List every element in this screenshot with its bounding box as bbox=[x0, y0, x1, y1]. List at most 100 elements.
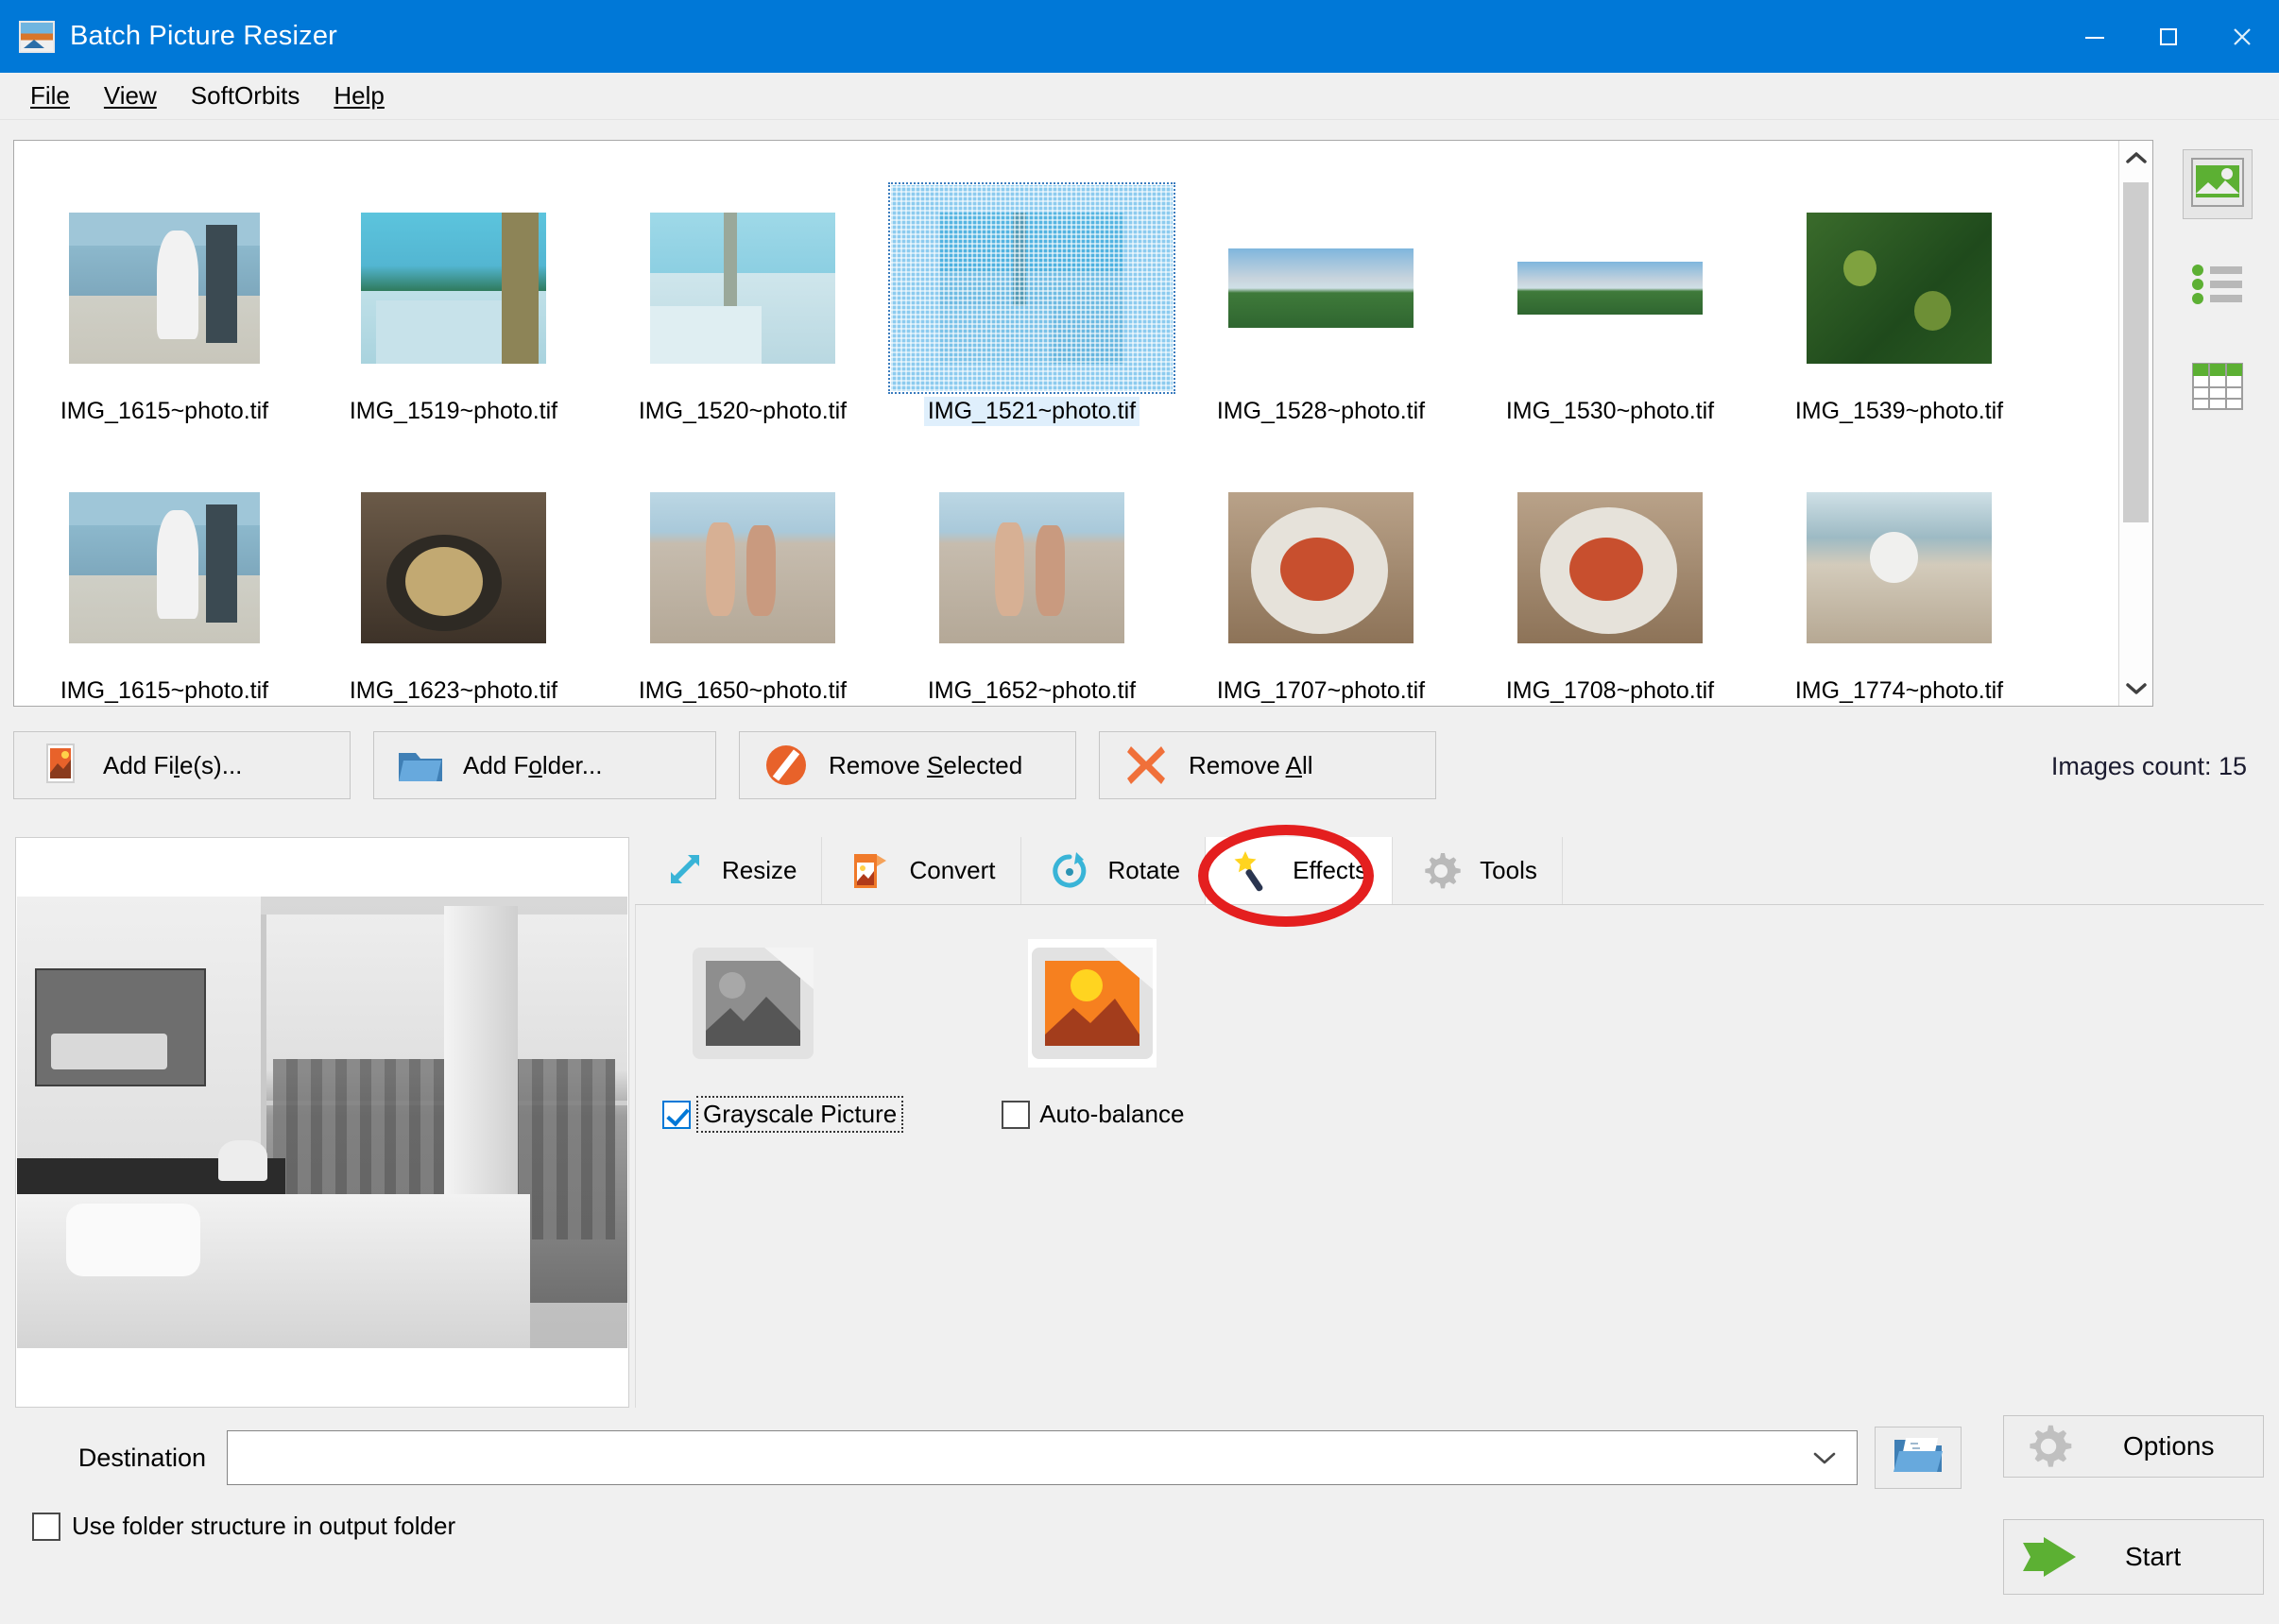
add-files-button[interactable]: Add File(s)... bbox=[13, 731, 351, 799]
thumbnail-label: IMG_1615~photo.tif bbox=[60, 677, 269, 704]
thumbnail-label: IMG_1708~photo.tif bbox=[1505, 677, 1715, 704]
images-count-label: Images count: 15 bbox=[2050, 752, 2247, 780]
destination-row: Destination bbox=[0, 1427, 2279, 1489]
tab-label-tools: Tools bbox=[1480, 856, 1537, 884]
thumbnail-item[interactable]: IMG_1528~photo.tif bbox=[1176, 152, 1465, 426]
vertical-scrollbar[interactable] bbox=[2118, 141, 2152, 706]
thumbnail-image-holder bbox=[891, 465, 1173, 671]
add-folder-label: Add Folder... bbox=[463, 750, 603, 779]
remove-selected-button[interactable]: Remove Selected bbox=[739, 731, 1076, 799]
thumbnail-image-holder bbox=[1758, 465, 2040, 671]
options-panel: Resize Convert Rotate Effects Tools Gray… bbox=[635, 837, 2264, 1408]
thumbnail-image-holder bbox=[602, 465, 883, 671]
remove-all-label: Remove All bbox=[1189, 750, 1313, 779]
thumbnail-item[interactable]: IMG_1530~photo.tif bbox=[1465, 152, 1755, 426]
thumbnail-label: IMG_1520~photo.tif bbox=[638, 398, 848, 424]
thumbnail-image-holder bbox=[1758, 185, 2040, 391]
tab-rotate[interactable]: Rotate bbox=[1020, 837, 1207, 904]
thumbnail-item[interactable]: IMG_1707~photo.tif bbox=[1176, 432, 1465, 706]
options-label: Options bbox=[2123, 1431, 2215, 1461]
thumbnail-image-holder bbox=[313, 465, 594, 671]
tab-convert[interactable]: Convert bbox=[822, 837, 1021, 904]
folder-structure-checkbox-row[interactable]: Use folder structure in output folder bbox=[32, 1512, 455, 1541]
details-view-button[interactable] bbox=[2183, 353, 2253, 423]
menu-item-softorbits[interactable]: SoftOrbits bbox=[174, 77, 317, 114]
preview-image bbox=[17, 897, 627, 1348]
table-icon bbox=[2191, 362, 2244, 416]
effects-options-list: Grayscale Picture Auto-balance bbox=[636, 905, 2264, 1133]
effect-grayscale: Grayscale Picture bbox=[662, 939, 904, 1133]
file-thumbnail-list[interactable]: IMG_1615~photo.tif IMG_1519~photo.tif IM… bbox=[13, 140, 2153, 707]
thumbnail-item[interactable]: IMG_1520~photo.tif bbox=[598, 152, 887, 426]
image-preview-pane bbox=[15, 837, 629, 1408]
thumbnail-image-holder bbox=[1180, 185, 1462, 391]
grayscale-checkbox-row[interactable]: Grayscale Picture bbox=[662, 1096, 904, 1133]
rotate-icon bbox=[1046, 847, 1093, 895]
add-file-icon bbox=[37, 742, 84, 789]
menu-label-view: View bbox=[103, 81, 157, 110]
thumbnail-label: IMG_1519~photo.tif bbox=[349, 398, 558, 424]
effect-auto-balance: Auto-balance bbox=[1002, 939, 1184, 1129]
gear-icon bbox=[2023, 1421, 2074, 1472]
tab-effects[interactable]: Effects bbox=[1206, 837, 1394, 904]
thumbnail-item[interactable]: IMG_1774~photo.tif bbox=[1755, 432, 2044, 706]
browse-folder-button[interactable] bbox=[1875, 1427, 1962, 1489]
options-button[interactable]: Options bbox=[2003, 1415, 2264, 1478]
add-folder-button[interactable]: Add Folder... bbox=[373, 731, 716, 799]
minimize-icon[interactable] bbox=[2058, 0, 2132, 73]
resize-arrow-icon bbox=[660, 847, 707, 895]
thumbnails-view-button[interactable] bbox=[2183, 149, 2253, 219]
destination-input[interactable] bbox=[239, 1442, 1804, 1474]
tab-bar: Resize Convert Rotate Effects Tools bbox=[635, 837, 2264, 905]
thumbnail-label: IMG_1530~photo.tif bbox=[1505, 398, 1715, 424]
start-label: Start bbox=[2125, 1542, 2182, 1571]
chevron-down-icon[interactable] bbox=[1804, 1450, 1845, 1465]
file-action-buttons: Add File(s)... Add Folder... Remove Sele… bbox=[13, 731, 1436, 799]
maximize-icon[interactable] bbox=[2132, 0, 2205, 73]
effects-tab-content: Grayscale Picture Auto-balance bbox=[635, 905, 2264, 1408]
start-button[interactable]: Start bbox=[2003, 1519, 2264, 1595]
list-view-button[interactable] bbox=[2183, 251, 2253, 321]
auto-balance-label: Auto-balance bbox=[1039, 1100, 1185, 1128]
auto-balance-checkbox[interactable] bbox=[1002, 1100, 1031, 1129]
green-arrow-icon bbox=[2019, 1531, 2080, 1582]
thumbnail-item[interactable]: IMG_1652~photo.tif bbox=[887, 432, 1176, 706]
view-mode-toolbar bbox=[2169, 140, 2266, 423]
thumbnail-label: IMG_1615~photo.tif bbox=[60, 398, 269, 424]
tab-resize[interactable]: Resize bbox=[635, 837, 823, 904]
thumbnail-item[interactable]: IMG_1519~photo.tif bbox=[309, 152, 598, 426]
thumbnail-label: IMG_1521~photo.tif bbox=[923, 397, 1140, 426]
thumbnail-label: IMG_1623~photo.tif bbox=[349, 677, 558, 704]
auto-balance-checkbox-row[interactable]: Auto-balance bbox=[1002, 1100, 1184, 1129]
scrollbar-thumb[interactable] bbox=[2123, 182, 2149, 522]
destination-combobox[interactable] bbox=[227, 1430, 1858, 1485]
tab-label-convert: Convert bbox=[909, 856, 996, 884]
menu-bar: File View SoftOrbits Help bbox=[0, 73, 2279, 120]
tab-label-effects: Effects bbox=[1293, 856, 1368, 884]
menu-item-view[interactable]: View bbox=[87, 77, 174, 114]
thumbnail-item-selected[interactable]: IMG_1521~photo.tif bbox=[887, 152, 1176, 426]
remove-all-button[interactable]: Remove All bbox=[1099, 731, 1436, 799]
thumbnail-item[interactable]: IMG_1615~photo.tif bbox=[20, 152, 309, 426]
thumbnail-label: IMG_1774~photo.tif bbox=[1794, 677, 2004, 704]
menu-item-help[interactable]: Help bbox=[317, 77, 401, 114]
scroll-down-icon[interactable] bbox=[2119, 672, 2153, 706]
thumbnail-item[interactable]: IMG_1650~photo.tif bbox=[598, 432, 887, 706]
thumbnail-item[interactable]: IMG_1615~photo.tif bbox=[20, 432, 309, 706]
auto-balance-icon bbox=[1028, 939, 1157, 1068]
menu-item-file[interactable]: File bbox=[13, 77, 87, 114]
tab-label-resize: Resize bbox=[722, 856, 797, 884]
folder-structure-checkbox[interactable] bbox=[32, 1512, 60, 1541]
grayscale-checkbox[interactable] bbox=[662, 1100, 691, 1129]
close-icon[interactable] bbox=[2205, 0, 2279, 73]
remove-selected-label: Remove Selected bbox=[829, 750, 1023, 779]
scroll-up-icon[interactable] bbox=[2119, 141, 2153, 175]
tab-tools[interactable]: Tools bbox=[1393, 837, 1563, 904]
menu-label-help: Help bbox=[334, 81, 385, 110]
thumbnail-item[interactable]: IMG_1539~photo.tif bbox=[1755, 152, 2044, 426]
magic-wand-icon bbox=[1230, 847, 1277, 895]
thumbnail-item[interactable]: IMG_1708~photo.tif bbox=[1465, 432, 1755, 706]
grayscale-picture-icon bbox=[689, 939, 817, 1068]
window-title: Batch Picture Resizer bbox=[70, 21, 338, 51]
thumbnail-item[interactable]: IMG_1623~photo.tif bbox=[309, 432, 598, 706]
